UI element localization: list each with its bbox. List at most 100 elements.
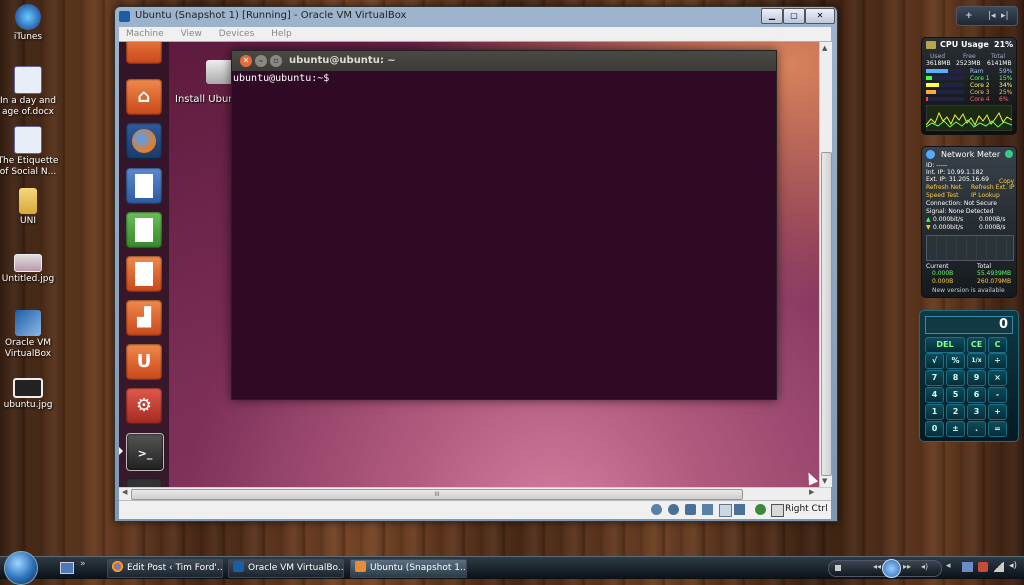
reciprocal-key[interactable]: 1/x [967,353,986,369]
launcher-item-ubuntu-one[interactable]: U [126,344,162,380]
globe-icon [1005,150,1013,158]
menu-help[interactable]: Help [264,27,299,41]
tray-collapse-icon[interactable]: ◂ [946,561,951,571]
menu-view[interactable]: View [174,27,209,41]
shared-folders-icon[interactable] [702,504,713,515]
sqrt-key[interactable]: √ [925,353,944,369]
nine-key[interactable]: 9 [967,370,986,386]
ce-key[interactable]: CE [967,337,986,353]
desktop-icon-ubuntu-jpg[interactable]: ubuntu.jpg [0,378,59,411]
seven-key[interactable]: 7 [925,370,944,386]
c-key[interactable]: C [988,337,1007,353]
task-ubuntu-snapshot[interactable]: Ubuntu (Snapshot 1... [350,559,467,578]
two-key[interactable]: 2 [946,404,965,420]
zero-key[interactable]: 0 [925,421,944,437]
cpu-usage-gadget[interactable]: CPU Usage 21% Used Free Total 3618MB 252… [921,37,1017,135]
desktop-icon-uni[interactable]: UNI [0,188,59,227]
virtualization-icon[interactable] [755,504,766,515]
equals-key[interactable]: = [988,421,1007,437]
menu-devices[interactable]: Devices [212,27,261,41]
launcher-item-writer[interactable] [126,168,162,204]
five-key[interactable]: 5 [946,387,965,403]
terminal-titlebar[interactable]: ✕ – ▫ ubuntu@ubuntu: ~ [232,51,776,71]
show-desktop-icon[interactable] [60,562,74,574]
desktop-icon-untitled[interactable]: Untitled.jpg [0,254,59,285]
previous-icon[interactable]: |◂ [988,7,996,25]
install-ubuntu-icon[interactable] [206,60,234,84]
three-key[interactable]: 3 [967,404,986,420]
one-key[interactable]: 1 [925,404,944,420]
add-gadget-button[interactable]: + [965,7,973,25]
launcher-item-terminal[interactable]: >_ [126,433,164,471]
desktop-icon-itunes[interactable]: iTunes [0,4,59,43]
new-version-notice[interactable]: New version is available [932,287,1005,294]
menu-machine[interactable]: Machine [119,27,171,41]
mouse-integration-icon[interactable] [771,504,784,517]
wifi-tray-icon[interactable] [994,562,1004,572]
terminal-prompt[interactable]: ubuntu@ubuntu:~$ [232,71,776,86]
maximize-button[interactable]: ▫ [270,55,282,67]
eight-key[interactable]: 8 [946,370,965,386]
maximize-button[interactable]: ▢ [783,8,805,24]
desktop-icon-virtualbox[interactable]: Oracle VM VirtualBox [0,310,59,360]
security-tray-icon[interactable] [978,562,988,572]
six-key[interactable]: 6 [967,387,986,403]
scroll-up-arrow[interactable]: ▲ [822,44,827,52]
quick-launch-chevron-icon[interactable]: » [80,559,86,569]
plus-key[interactable]: + [988,404,1007,420]
terminal-window[interactable]: ✕ – ▫ ubuntu@ubuntu: ~ ubuntu@ubuntu:~$ [231,50,777,400]
del-key[interactable]: DEL [925,337,965,353]
network-meter-gadget[interactable]: Network Meter ID: ----- Int. IP: 10.99.1… [921,146,1017,298]
launcher-item-software-center[interactable]: ▟ [126,300,162,336]
desktop-icon-docx[interactable]: In a day and age of.docx [0,66,59,118]
vertical-scrollbar[interactable]: ▲ ▼ [819,42,832,487]
launcher-item-impress[interactable] [126,256,162,292]
play-icon[interactable] [882,559,901,578]
start-button[interactable] [4,551,38,585]
launcher-item-system-settings[interactable]: ⚙ [126,388,162,424]
network-icon[interactable] [719,504,732,517]
display-icon[interactable] [734,504,745,515]
launcher-item-home-folder[interactable]: ⌂ [126,79,162,115]
network-tray-icon[interactable] [962,562,973,572]
stop-icon[interactable] [835,565,841,571]
scroll-down-arrow[interactable]: ▼ [822,477,827,485]
scroll-left-arrow[interactable]: ◀ [122,488,127,496]
next-track-icon[interactable]: ▸▸ [903,562,911,571]
minus-key[interactable]: - [988,387,1007,403]
launcher-item-files[interactable] [126,42,162,64]
launcher-item-firefox[interactable] [126,123,162,159]
previous-track-icon[interactable]: ◂◂ [873,562,881,571]
task-virtualbox[interactable]: Oracle VM VirtualBo... [228,559,344,578]
horizontal-scrollbar[interactable]: ◀ III ▶ [119,487,831,500]
optical-drive-icon[interactable] [668,504,679,515]
scroll-thumb[interactable] [821,152,832,476]
scroll-right-arrow[interactable]: ▶ [809,488,814,496]
speed-test-link[interactable]: Speed Test [926,192,959,199]
volume-tray-icon[interactable]: ◂) [1009,561,1017,571]
divide-key[interactable]: ÷ [988,353,1007,369]
hard-disk-icon[interactable] [651,504,662,515]
percent-key[interactable]: % [946,353,965,369]
task-edit-post[interactable]: Edit Post ‹ Tim Ford'... [107,559,223,578]
multiply-key[interactable]: × [988,370,1007,386]
cpu-icon [926,41,936,49]
launcher-item-workspaces[interactable] [126,478,162,487]
minimize-button[interactable]: ▁ [761,8,783,24]
decimal-key[interactable]: . [967,421,986,437]
volume-icon[interactable]: ◂) [921,562,928,571]
launcher-item-calc[interactable] [126,212,162,248]
sign-key[interactable]: ± [946,421,965,437]
refresh-ext-ip-link[interactable]: Refresh Ext. IP [971,184,1014,191]
minimize-button[interactable]: – [255,55,267,67]
next-icon[interactable]: ▸| [1001,7,1009,25]
usb-icon[interactable] [685,504,696,515]
calculator-gadget[interactable]: 0 DEL CE C √ % 1/x ÷ 7 8 9 × 4 5 6 - 1 2… [919,310,1019,442]
desktop-icon-etiquette[interactable]: The Etiquette of Social N... [0,126,59,178]
scroll-thumb[interactable]: III [131,489,743,500]
four-key[interactable]: 4 [925,387,944,403]
refresh-net-link[interactable]: Refresh Net. [926,184,963,191]
ip-lookup-link[interactable]: IP Lookup [971,192,1000,199]
close-button[interactable]: ✕ [805,8,835,24]
close-button[interactable]: ✕ [240,55,252,67]
